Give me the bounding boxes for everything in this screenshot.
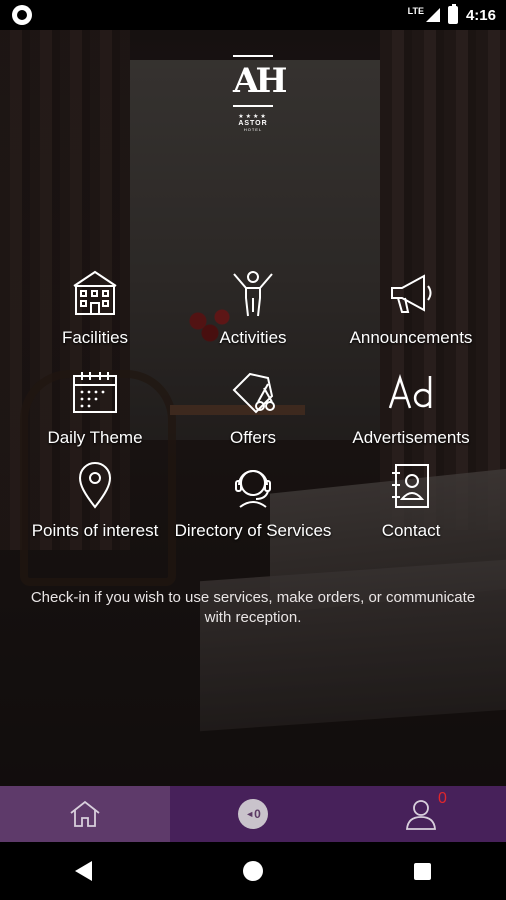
menu-item-offers[interactable]: Offers	[169, 368, 337, 450]
menu-item-label: Directory of Services	[174, 521, 332, 540]
user-icon	[406, 800, 436, 830]
megaphone-icon	[391, 274, 432, 313]
building-icon	[73, 270, 117, 315]
battery-icon	[447, 4, 458, 24]
menu-item-announcements[interactable]: Announcements	[327, 268, 495, 350]
profile-tab[interactable]: 0	[336, 786, 506, 842]
menu-item-label: Facilities	[61, 328, 129, 347]
menu-item-points-of-interest[interactable]: Points of interest	[11, 461, 179, 543]
network-type: LTE	[407, 6, 424, 16]
home-icon	[70, 800, 100, 827]
ad-icon	[388, 374, 432, 409]
status-bar: LTE 4:16	[0, 0, 506, 30]
clock: 4:16	[465, 6, 496, 24]
map-pin-icon	[78, 462, 112, 509]
recent-apps-icon[interactable]	[413, 862, 431, 880]
checkin-message: Check-in if you wish to use services, ma…	[30, 589, 476, 626]
hotel-logo: AH ★★★★ ASTOR HOTEL	[233, 55, 288, 132]
contact-book-icon	[392, 464, 429, 508]
cart-count: 0	[254, 807, 261, 821]
notification-badge: 0	[438, 790, 447, 807]
scissors-coupon-icon	[232, 372, 275, 414]
menu-item-daily-theme[interactable]: Daily Theme	[11, 368, 179, 450]
home-circle-icon[interactable]	[242, 861, 263, 881]
menu-item-facilities[interactable]: Facilities	[11, 268, 179, 350]
menu-item-label: Points of interest	[31, 521, 159, 540]
menu-item-advertisements[interactable]: Advertisements	[327, 368, 495, 450]
cart-icon: ◄ 0	[238, 799, 268, 829]
bottom-navigation: ◄ 0 0	[0, 786, 506, 842]
menu-item-label: Activities	[219, 328, 287, 347]
menu-item-activities[interactable]: Activities	[169, 268, 337, 350]
menu-item-directory-of-services[interactable]: Directory of Services	[169, 461, 337, 543]
cart-tab[interactable]: ◄ 0	[170, 786, 336, 842]
back-icon[interactable]	[75, 861, 93, 881]
menu-item-label: Offers	[230, 428, 276, 447]
menu-item-label: Advertisements	[352, 428, 470, 447]
menu-item-label: Contact	[381, 521, 441, 540]
home-tab[interactable]	[0, 786, 170, 842]
system-navigation-bar	[0, 842, 506, 900]
calendar-icon	[73, 372, 117, 413]
menu-item-label: Daily Theme	[47, 428, 143, 447]
menu-item-contact[interactable]: Contact	[327, 461, 495, 543]
menu-item-label: Announcements	[349, 328, 473, 347]
notification-icon	[12, 5, 32, 25]
person-arms-up-icon	[233, 271, 273, 317]
headset-agent-icon	[235, 470, 271, 508]
signal-icon	[425, 8, 440, 22]
